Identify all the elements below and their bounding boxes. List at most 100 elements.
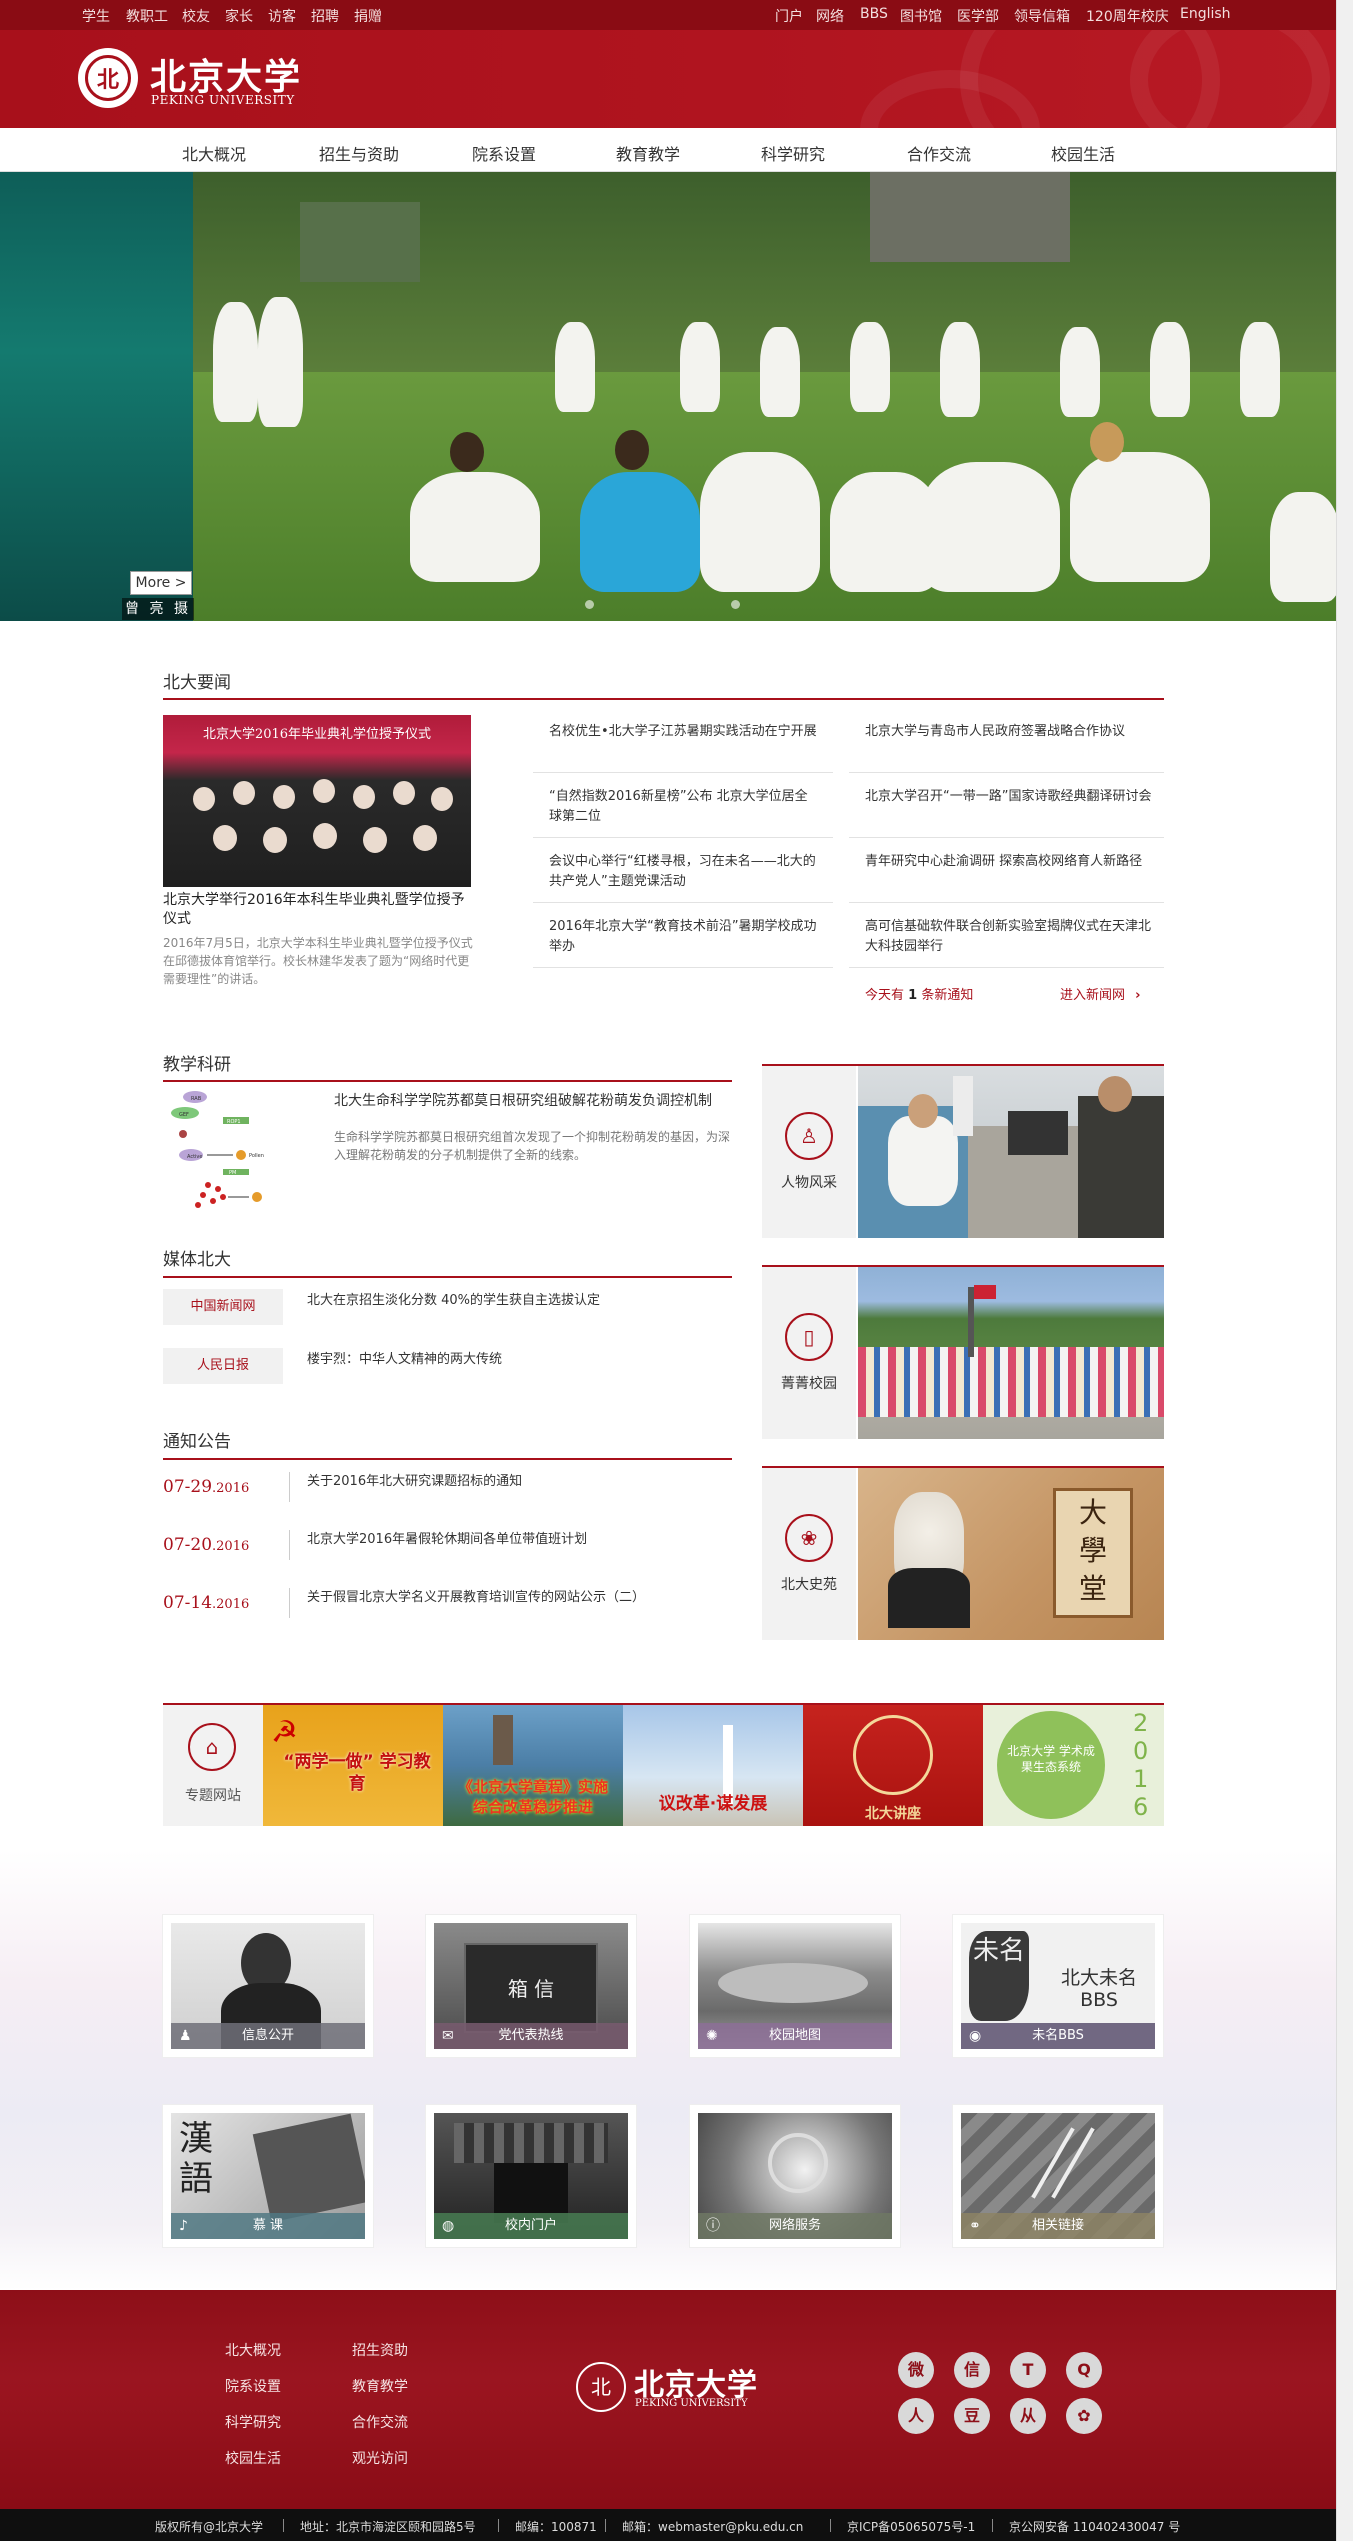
photo-cable — [1031, 2127, 1075, 2199]
main-nav: 北大概况 招生与资助 院系设置 教育教学 科学研究 合作交流 校园生活 — [0, 128, 1336, 172]
news-list-item[interactable]: 2016年北京大学“教育技术前沿”暑期学校成功举办 — [549, 917, 817, 957]
news-list-item[interactable]: 会议中心举行“红楼寻根，习在未名——北大的共产党人”主题党课活动 — [549, 852, 817, 892]
feature-box-campus[interactable]: ▯ 菁菁校园 — [762, 1265, 1164, 1439]
douban-icon[interactable]: 豆 — [954, 2398, 990, 2434]
special-banner-ecosystem[interactable]: 北京大学 学术成果生态系统 2016 — [983, 1705, 1164, 1826]
topbar-link-students[interactable]: 学生 — [82, 6, 110, 26]
tile-bbs[interactable]: 未名 北大未名 BBS ◉ 未名BBS — [953, 1915, 1163, 2057]
banner-dot[interactable] — [731, 600, 740, 609]
news-list-item[interactable]: 名校优生•北大学子江苏暑期实践活动在宁开展 — [549, 722, 817, 742]
media-source-tag[interactable]: 中国新闻网 — [163, 1289, 283, 1325]
tile-mooc[interactable]: 漢語 ♪ 慕 课 — [163, 2105, 373, 2247]
feature-photo-campus — [858, 1267, 1164, 1439]
news-list-item[interactable]: 北京大学与青岛市人民政府签署战略合作协议 — [865, 722, 1155, 742]
tile-label-bar: ⓘ 网络服务 — [698, 2213, 892, 2239]
media-headline[interactable]: 北大在京招生淡化分数 40%的学生获自主选拔认定 — [307, 1289, 600, 1308]
photo-monitor — [1008, 1111, 1068, 1155]
tile-network-services[interactable]: ⓘ 网络服务 — [690, 2105, 900, 2247]
news-lead-image[interactable]: 北京大学2016年毕业典礼学位授予仪式 — [163, 715, 471, 887]
graduate-figure — [363, 827, 387, 853]
tile-label: 网络服务 — [768, 2218, 821, 2233]
footer-link[interactable]: 合作交流 — [352, 2412, 408, 2432]
topbar-link-bbs[interactable]: BBS — [860, 6, 888, 22]
nav-item-cooperation[interactable]: 合作交流 — [907, 141, 971, 165]
topbar-link-anniversary[interactable]: 120周年校庆 — [1086, 6, 1169, 26]
footer-link[interactable]: 北大概况 — [225, 2340, 281, 2360]
wechat-icon[interactable]: 信 — [954, 2352, 990, 2388]
banner-figure — [580, 472, 700, 592]
enter-news-site-link[interactable]: 进入新闻网 › — [1060, 984, 1141, 1003]
feature-box-history[interactable]: ❀ 北大史苑 大學堂 — [762, 1466, 1164, 1640]
qq-icon[interactable]: Q — [1066, 2352, 1102, 2388]
tile-party-hotline[interactable]: 箱 信 ✉ 党代表热线 — [426, 1915, 636, 2057]
media-source-tag[interactable]: 人民日报 — [163, 1348, 283, 1384]
special-banner-study[interactable]: ☭ “两学一做” 学习教育 — [263, 1705, 443, 1826]
special-banner-charter[interactable]: 《北京大学章程》实施 综合改革稳步推进 — [443, 1705, 623, 1826]
graduate-figure — [233, 781, 255, 805]
topbar-link-staff[interactable]: 教职工 — [126, 6, 168, 26]
top-utility-bar: 学生 教职工 校友 家长 访客 招聘 捐赠 门户 网络 BBS 图书馆 医学部 … — [0, 0, 1336, 30]
footer-link[interactable]: 观光访问 — [352, 2448, 408, 2468]
notice-item[interactable]: 北京大学2016年暑假轮休期间各单位带值班计划 — [307, 1528, 587, 1547]
banner-dot[interactable] — [585, 600, 594, 609]
banner-figure — [213, 302, 258, 422]
pku-seal-logo[interactable]: 北 — [78, 48, 138, 108]
news-list-item[interactable]: 高可信基础软件联合创新实验室揭牌仪式在天津北大科技园举行 — [865, 917, 1155, 957]
today-notices-link[interactable]: 今天有 1 条新通知 — [865, 984, 973, 1003]
nav-item-departments[interactable]: 院系设置 — [472, 141, 536, 165]
research-item-title[interactable]: 北大生命科学学院苏都莫日根研究组破解花粉萌发负调控机制 — [334, 1090, 734, 1110]
banner-building — [300, 202, 420, 282]
postcode-text: 邮编：100871 — [515, 2520, 597, 2534]
topbar-link-network[interactable]: 网络 — [816, 6, 844, 26]
notice-item[interactable]: 关于假冒北京大学名义开展教育培训宣传的网站公示（二） — [307, 1586, 645, 1605]
tile-info-disclosure[interactable]: ♟ 信息公开 — [163, 1915, 373, 2057]
tile-campus-portal[interactable]: ◍ 校内门户 — [426, 2105, 636, 2247]
topbar-link-portal[interactable]: 门户 — [775, 6, 803, 26]
vertical-scrollbar[interactable] — [1336, 0, 1353, 2541]
news-list-item[interactable]: 青年研究中心赴渝调研 探索高校网络育人新路径 — [865, 852, 1155, 872]
notice-date: 07-29.2016 — [163, 1477, 249, 1497]
footer-link[interactable]: 教育教学 — [352, 2376, 408, 2396]
banner-figure — [1270, 492, 1336, 602]
topbar-link-medical[interactable]: 医学部 — [957, 6, 999, 26]
nav-item-education[interactable]: 教育教学 — [616, 141, 680, 165]
people-icon[interactable]: 从 — [1010, 2398, 1046, 2434]
media-headline[interactable]: 楼宇烈：中华人文精神的两大传统 — [307, 1348, 502, 1367]
footer-link[interactable]: 科学研究 — [225, 2412, 281, 2432]
notice-item[interactable]: 关于2016年北大研究课题招标的通知 — [307, 1470, 522, 1489]
banner-more-button[interactable]: More > — [130, 571, 192, 595]
research-diagram[interactable]: RAB GEF ROP1 Active Pollen PM — [163, 1089, 279, 1211]
topbar-link-parents[interactable]: 家长 — [225, 6, 253, 26]
footer-link[interactable]: 招生资助 — [352, 2340, 408, 2360]
news-list-item[interactable]: “自然指数2016新星榜”公布 北京大学位居全球第二位 — [549, 787, 817, 827]
nav-item-admissions[interactable]: 招生与资助 — [319, 141, 399, 165]
footer-link[interactable]: 校园生活 — [225, 2448, 281, 2468]
topbar-link-leader-mail[interactable]: 领导信箱 — [1014, 6, 1070, 26]
special-banner-lecture[interactable]: 北大讲座 — [803, 1705, 983, 1826]
topbar-link-library[interactable]: 图书馆 — [900, 6, 942, 26]
tencent-icon[interactable]: T — [1010, 2352, 1046, 2388]
home-icon: ⌂ — [188, 1723, 236, 1771]
nav-item-research[interactable]: 科学研究 — [761, 141, 825, 165]
diagram-label: ROP1 — [227, 1119, 241, 1125]
feature-photo-people — [858, 1066, 1164, 1238]
nav-item-overview[interactable]: 北大概况 — [182, 141, 246, 165]
weibo-icon[interactable]: 微 — [898, 2352, 934, 2388]
topbar-link-jobs[interactable]: 招聘 — [311, 6, 339, 26]
renren-icon[interactable]: 人 — [898, 2398, 934, 2434]
topbar-link-alumni[interactable]: 校友 — [182, 6, 210, 26]
special-banner-reform[interactable]: 议改革·谋发展 — [623, 1705, 803, 1826]
tile-campus-map[interactable]: ✺ 校园地图 — [690, 1915, 900, 2057]
topbar-link-visitors[interactable]: 访客 — [268, 6, 296, 26]
topbar-link-donate[interactable]: 捐赠 — [354, 6, 382, 26]
flower-icon[interactable]: ✿ — [1066, 2398, 1102, 2434]
feature-label: 北大史苑 — [781, 1577, 837, 1593]
topbar-link-english[interactable]: English — [1180, 6, 1231, 22]
feature-box-people[interactable]: ♙ 人物风采 — [762, 1064, 1164, 1238]
nav-item-campus-life[interactable]: 校园生活 — [1051, 141, 1115, 165]
news-list-item[interactable]: 北京大学召开“一带一路”国家诗歌经典翻译研讨会 — [865, 787, 1155, 807]
news-lead-title[interactable]: 北京大学举行2016年本科生毕业典礼暨学位授予仪式 — [163, 891, 475, 929]
footer-link[interactable]: 院系设置 — [225, 2376, 281, 2396]
tile-related-links[interactable]: ⚭ 相关链接 — [953, 2105, 1163, 2247]
hero-banner[interactable] — [0, 172, 1336, 621]
